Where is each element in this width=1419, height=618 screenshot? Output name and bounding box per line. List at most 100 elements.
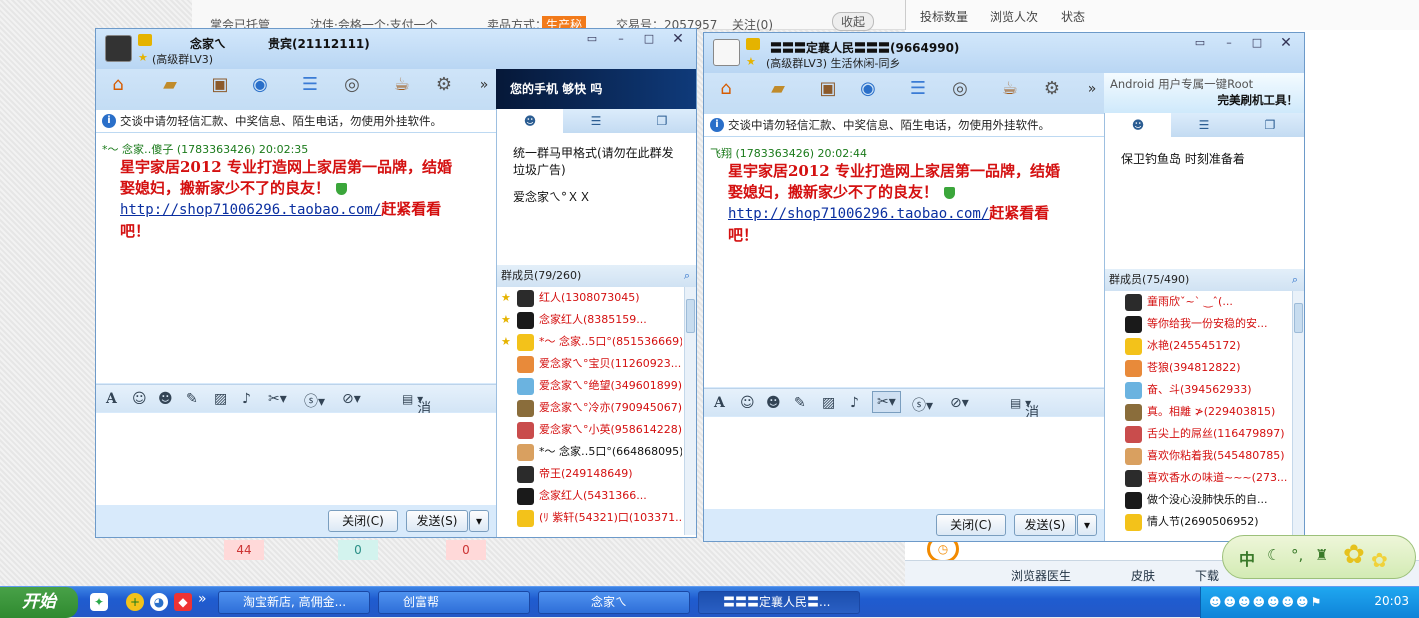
- tab-status[interactable]: 状态: [1061, 8, 1085, 25]
- tray-icons[interactable]: ☻☻☻☻☻☻☻⚑: [1209, 595, 1359, 611]
- screen-icon[interactable]: ⓢ▾: [912, 395, 933, 415]
- quicklaunch-more-icon[interactable]: »: [198, 591, 207, 607]
- scroll-thumb[interactable]: [1294, 303, 1303, 333]
- send-button[interactable]: 发送(S): [1014, 514, 1076, 536]
- coffee-icon[interactable]: ☕: [996, 75, 1024, 103]
- title-bar[interactable]: ★ 念家ㄟ 贵宾(21112111) (高级群LV3) ▭ – □ ✕: [96, 29, 696, 69]
- tab-list-icon[interactable]: ☰: [1171, 113, 1237, 137]
- quicklaunch-icon-1[interactable]: ✦: [90, 593, 108, 611]
- member-row[interactable]: ★ 红人(1308073045): [497, 287, 684, 309]
- close-icon[interactable]: ✕: [667, 32, 689, 48]
- history-button[interactable]: ▤ 消息记录 ▾: [1010, 396, 1039, 481]
- music-icon[interactable]: ♪: [242, 391, 251, 407]
- punctuation-icon[interactable]: °,: [1291, 546, 1303, 564]
- edit-icon[interactable]: ✎: [186, 391, 198, 407]
- ad-banner[interactable]: 您的手机 够快 吗: [496, 69, 696, 109]
- send-button[interactable]: 发送(S): [406, 510, 468, 532]
- member-row[interactable]: 喜欢你粘着我(545480785): [1105, 445, 1292, 467]
- member-row[interactable]: 做个没心没肺快乐的自...: [1105, 489, 1292, 511]
- taskbar-item-browser[interactable]: 淘宝新店, 高佣金...: [218, 591, 370, 614]
- group-avatar[interactable]: [713, 39, 740, 66]
- magic-emoji-icon[interactable]: ☻: [158, 391, 173, 407]
- tab-members-icon[interactable]: ☻: [1105, 113, 1171, 137]
- minimize-icon[interactable]: –: [610, 32, 632, 48]
- minimize-icon[interactable]: –: [1218, 36, 1240, 52]
- tab-bid-count[interactable]: 投标数量: [920, 8, 968, 25]
- chat-window-2[interactable]: ★ 〓〓〓定襄人民〓〓〓(9664990) (高级群LV3) 生活休闲-同乡 ▭…: [703, 32, 1305, 542]
- message-input[interactable]: [96, 413, 496, 505]
- member-row[interactable]: 冰艳(245545172): [1105, 335, 1292, 357]
- message-link[interactable]: http://shop71006296.taobao.com/: [728, 206, 989, 222]
- camera-icon[interactable]: ◎: [946, 75, 974, 103]
- emoji-icon[interactable]: ☺: [740, 395, 755, 411]
- taskbar-item-chuangfubang[interactable]: 创富帮: [378, 591, 530, 614]
- tab-window-icon[interactable]: ❐: [629, 109, 695, 133]
- search-icon[interactable]: ⌕: [684, 265, 690, 287]
- scrollbar[interactable]: [684, 287, 696, 535]
- restore-icon[interactable]: ▭: [581, 32, 603, 48]
- close-button[interactable]: 关闭(C): [936, 514, 1006, 536]
- member-row[interactable]: 奋、斗(394562933): [1105, 379, 1292, 401]
- close-icon[interactable]: ✕: [1275, 36, 1297, 52]
- image-icon[interactable]: ▨: [822, 395, 835, 411]
- more-icon[interactable]: »: [1078, 75, 1106, 103]
- gear-icon[interactable]: ⚙: [430, 71, 458, 99]
- member-row[interactable]: 苍狼(394812822): [1105, 357, 1292, 379]
- album-icon[interactable]: ▣: [814, 75, 842, 103]
- more-icon[interactable]: »: [470, 71, 498, 99]
- title-bar[interactable]: ★ 〓〓〓定襄人民〓〓〓(9664990) (高级群LV3) 生活休闲-同乡 ▭…: [704, 33, 1304, 73]
- close-button[interactable]: 关闭(C): [328, 510, 398, 532]
- message-input[interactable]: [704, 417, 1104, 509]
- member-list[interactable]: ★ 红人(1308073045) ★ 念家红人(8385159... ★ *～ 念家‥5口…: [497, 287, 684, 535]
- music-icon[interactable]: ♪: [850, 395, 859, 411]
- member-row[interactable]: 等你给我一份安稳的安...: [1105, 313, 1292, 335]
- chat-area[interactable]: 飞翔 (1783363426) 20:02:44 星宇家居2012 专业打造网上…: [704, 137, 1104, 387]
- taskbar-item-chat-1[interactable]: 念家ㄟ: [538, 591, 690, 614]
- start-button[interactable]: 开始: [0, 587, 78, 618]
- member-row[interactable]: 爱念家ㄟ°冷亦(790945067): [497, 397, 684, 419]
- member-row[interactable]: 喜欢香水の味道~~~(273...: [1105, 467, 1292, 489]
- image-icon[interactable]: ▨: [214, 391, 227, 407]
- member-row[interactable]: 童雨欣ˇ~ˋ ‿ˆ(...: [1105, 291, 1292, 313]
- ime-mode-label[interactable]: 中: [1239, 546, 1255, 570]
- tab-list-icon[interactable]: ☰: [563, 109, 629, 133]
- member-row[interactable]: 情人节(2690506952): [1105, 511, 1292, 533]
- block-icon[interactable]: ⊘▾: [342, 391, 361, 407]
- follow-link[interactable]: 关注(0): [732, 16, 773, 33]
- emoji-icon[interactable]: ☺: [132, 391, 147, 407]
- note-icon[interactable]: ☰: [296, 71, 324, 99]
- voice-icon[interactable]: ◉: [246, 71, 274, 99]
- scroll-thumb[interactable]: [686, 299, 695, 333]
- browser-doctor-link[interactable]: 浏览器医生: [1011, 567, 1071, 584]
- chat-area[interactable]: *～ 念家‥傻子 (1783363426) 20:02:35 星宇家居2012 …: [96, 133, 496, 383]
- member-row[interactable]: 舌尖上的屌丝(116479897): [1105, 423, 1292, 445]
- gear-icon[interactable]: ⚙: [1038, 75, 1066, 103]
- coffee-icon[interactable]: ☕: [388, 71, 416, 99]
- scissors-icon[interactable]: ✂▾: [872, 391, 901, 413]
- tab-members-icon[interactable]: ☻: [497, 109, 563, 133]
- history-button[interactable]: ▤ 消息记录 ▾: [402, 392, 431, 477]
- member-row[interactable]: 念家红人(5431366...: [497, 485, 684, 507]
- member-row[interactable]: ★ 念家红人(8385159...: [497, 309, 684, 331]
- message-link[interactable]: http://shop71006296.taobao.com/: [120, 202, 381, 218]
- note-icon[interactable]: ☰: [904, 75, 932, 103]
- member-row[interactable]: *～ 念家‥5口°(664868095): [497, 441, 684, 463]
- font-icon[interactable]: A: [106, 391, 117, 407]
- restore-icon[interactable]: ▭: [1189, 36, 1211, 52]
- member-row[interactable]: 帝王(249148649): [497, 463, 684, 485]
- scrollbar[interactable]: [1292, 291, 1304, 539]
- member-row[interactable]: 爱念家ㄟ°绝望(349601899): [497, 375, 684, 397]
- quicklaunch-icon-3[interactable]: ◕: [150, 593, 168, 611]
- tab-window-icon[interactable]: ❐: [1237, 113, 1303, 137]
- chat-window-1[interactable]: ★ 念家ㄟ 贵宾(21112111) (高级群LV3) ▭ – □ ✕ ⌂ ▰ …: [95, 28, 697, 538]
- skin-shirt-icon[interactable]: ♜: [1315, 546, 1328, 564]
- search-icon[interactable]: ⌕: [1292, 269, 1298, 291]
- home-icon[interactable]: ⌂: [104, 71, 132, 99]
- folder-icon[interactable]: ▰: [764, 75, 792, 103]
- member-list[interactable]: 童雨欣ˇ~ˋ ‿ˆ(... 等你给我一份安稳的安... 冰艳(245545172) 苍…: [1105, 291, 1292, 539]
- home-icon[interactable]: ⌂: [712, 75, 740, 103]
- tab-views[interactable]: 浏览人次: [990, 8, 1038, 25]
- group-avatar[interactable]: [105, 35, 132, 62]
- ad-banner[interactable]: Android 用户专属一键Root 完美刷机工具！: [1104, 73, 1304, 113]
- font-icon[interactable]: A: [714, 395, 725, 411]
